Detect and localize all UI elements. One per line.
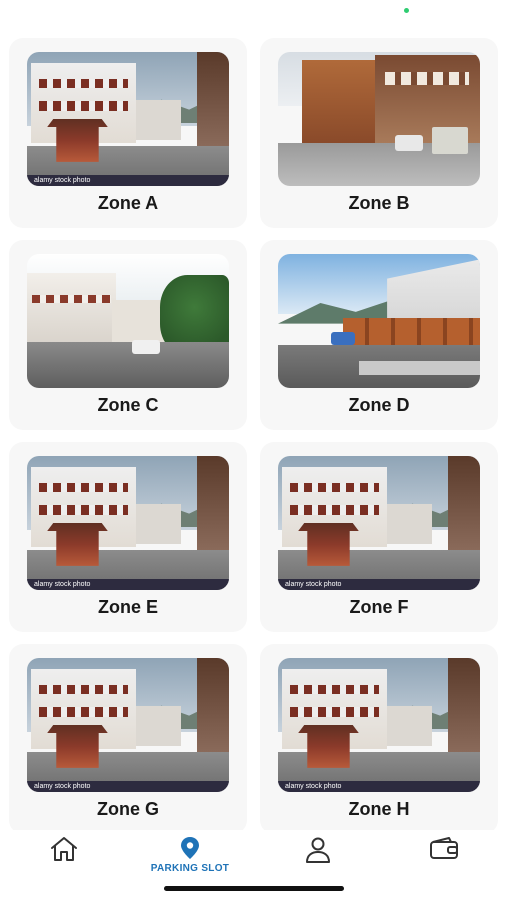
home-indicator-bar <box>164 886 344 891</box>
zone-label: Zone B <box>348 193 410 213</box>
zone-label: Zone C <box>97 395 159 415</box>
zone-card-h[interactable]: alamy stock photo Zone H <box>260 644 498 830</box>
zone-f-photo: alamy stock photo <box>278 456 480 590</box>
location-pin-icon <box>181 837 199 859</box>
photo-watermark: alamy stock photo <box>27 175 229 186</box>
zone-card-e[interactable]: alamy stock photo Zone E <box>9 442 247 632</box>
zone-label: Zone G <box>97 799 159 819</box>
photo-watermark: alamy stock photo <box>278 781 480 792</box>
zone-grid: alamy stock photo Zone A Zone B Zone C Z… <box>0 0 507 830</box>
nav-parking-slot[interactable]: PARKING SLOT <box>140 836 240 876</box>
zone-card-g[interactable]: alamy stock photo Zone G <box>9 644 247 830</box>
photo-watermark: alamy stock photo <box>27 579 229 590</box>
zone-label: Zone D <box>348 395 410 415</box>
zone-card-b[interactable]: Zone B <box>260 38 498 228</box>
zone-label: Zone F <box>349 597 409 617</box>
zone-card-d[interactable]: Zone D <box>260 240 498 430</box>
zone-label: Zone H <box>348 799 410 819</box>
zone-card-c[interactable]: Zone C <box>9 240 247 430</box>
home-icon <box>51 837 77 861</box>
zone-card-f[interactable]: alamy stock photo Zone F <box>260 442 498 632</box>
zone-g-photo: alamy stock photo <box>27 658 229 792</box>
zone-e-photo: alamy stock photo <box>27 456 229 590</box>
zone-a-photo: alamy stock photo <box>27 52 229 186</box>
nav-wallet[interactable] <box>394 836 494 876</box>
photo-watermark: alamy stock photo <box>278 579 480 590</box>
photo-watermark: alamy stock photo <box>27 781 229 792</box>
wallet-icon <box>430 837 458 859</box>
nav-profile[interactable] <box>268 836 368 876</box>
zone-b-photo <box>278 52 480 186</box>
nav-label-parking-slot: PARKING SLOT <box>150 863 230 874</box>
nav-home[interactable] <box>14 836 114 876</box>
zone-d-photo <box>278 254 480 388</box>
zone-label: Zone E <box>97 597 158 617</box>
zone-label: Zone A <box>97 193 159 213</box>
zone-card-a[interactable]: alamy stock photo Zone A <box>9 38 247 228</box>
user-icon <box>306 837 330 863</box>
zone-c-photo <box>27 254 229 388</box>
zone-h-photo: alamy stock photo <box>278 658 480 792</box>
